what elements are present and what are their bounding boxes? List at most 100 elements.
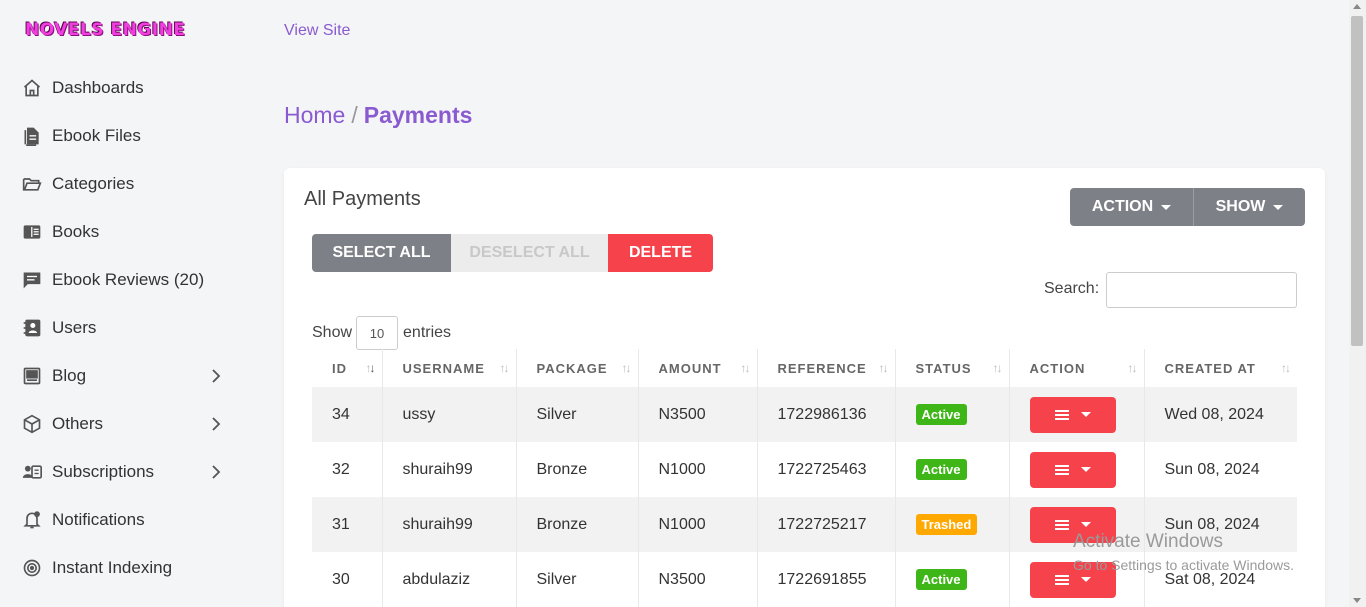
cell-username: ussy — [382, 387, 517, 442]
blog-icon — [21, 365, 43, 387]
chevron-right-icon — [208, 464, 224, 480]
cell-username: shuraih99 — [382, 497, 517, 552]
scroll-down-arrow-icon[interactable] — [1353, 598, 1361, 603]
show-prefix: Show — [312, 324, 353, 341]
caret-down-icon — [1080, 467, 1091, 472]
cell-id: 30 — [312, 552, 383, 607]
menu-icon — [1054, 409, 1069, 420]
status-badge: Active — [915, 404, 967, 425]
breadcrumb-separator: / — [351, 102, 358, 128]
sidebar-item-ebook-files[interactable]: Ebook Files — [0, 112, 244, 160]
sort-icon: ↑↓ — [1281, 361, 1291, 375]
comment-icon — [21, 269, 43, 291]
sidebar-item-books[interactable]: Books — [0, 208, 244, 256]
sidebar-item-label: Users — [52, 318, 97, 337]
column-header-action[interactable]: ACTION ↑↓ — [1009, 349, 1145, 387]
column-header-package[interactable]: PACKAGE ↑↓ — [516, 349, 639, 387]
user-id-icon — [21, 461, 43, 483]
cell-created-at: Sun 08, 2024 — [1144, 442, 1297, 497]
cell-package: Silver — [516, 552, 639, 607]
book-icon — [21, 221, 43, 243]
table-row[interactable]: 34 ussy Silver N3500 1722986136 Active W… — [312, 387, 1297, 442]
chevron-right-icon — [208, 368, 224, 384]
show-entries: Show 10 entries — [312, 316, 451, 350]
sidebar-item-blog[interactable]: Blog — [0, 352, 244, 400]
cell-id: 34 — [312, 387, 383, 442]
sidebar-item-label: Ebook Files — [52, 126, 141, 145]
search-label: Search: — [1044, 280, 1100, 297]
scroll-thumb[interactable] — [1351, 16, 1363, 346]
breadcrumb: Home / Payments — [284, 102, 472, 129]
select-all-button[interactable]: SELECT ALL — [312, 234, 451, 272]
action-dropdown-button[interactable]: ACTION — [1070, 188, 1194, 226]
cell-package: Bronze — [516, 497, 639, 552]
brand-logo[interactable]: NOVELS ENGINE — [25, 20, 185, 40]
menu-icon — [1054, 574, 1069, 585]
sidebar-item-ebook-reviews[interactable]: Ebook Reviews (20) — [0, 256, 244, 304]
sidebar-item-users[interactable]: Users — [0, 304, 244, 352]
sidebar-item-instant-indexing[interactable]: Instant Indexing — [0, 544, 244, 592]
cell-amount: N1000 — [638, 442, 758, 497]
sidebar-item-categories[interactable]: Categories — [0, 160, 244, 208]
show-dropdown-button[interactable]: SHOW — [1194, 188, 1305, 226]
deselect-all-button[interactable]: DESELECT ALL — [451, 234, 608, 272]
column-header-id[interactable]: ID ↑↓ — [312, 349, 383, 387]
sidebar-nav: Dashboards Ebook Files Categories Books — [0, 64, 244, 592]
column-header-username[interactable]: USERNAME ↑↓ — [382, 349, 517, 387]
column-header-status[interactable]: STATUS ↑↓ — [895, 349, 1010, 387]
cell-created-at: Wed 08, 2024 — [1144, 387, 1297, 442]
cell-status: Active — [895, 552, 1010, 607]
sort-icon: ↑↓ — [992, 361, 1003, 375]
address-book-icon — [21, 317, 43, 339]
cell-status: Trashed — [895, 497, 1010, 552]
sort-icon: ↑↓ — [878, 361, 889, 375]
delete-button[interactable]: DELETE — [608, 234, 713, 272]
watermark-title: Activate Windows — [1073, 531, 1223, 552]
cell-reference: 1722725463 — [757, 442, 896, 497]
row-action-button[interactable] — [1029, 451, 1116, 488]
sort-icon: ↑↓ — [1127, 361, 1138, 375]
breadcrumb-current: Payments — [363, 102, 473, 128]
sidebar-item-label: Instant Indexing — [52, 558, 173, 577]
entries-select[interactable]: 10 — [356, 316, 399, 350]
view-site-link[interactable]: View Site — [284, 22, 350, 40]
sort-icon: ↑↓ — [365, 361, 376, 375]
page-scrollbar[interactable] — [1349, 0, 1366, 607]
column-header-created-at[interactable]: CREATED AT ↑↓ — [1144, 349, 1297, 387]
status-badge: Active — [915, 569, 967, 590]
cell-amount: N3500 — [638, 552, 758, 607]
sidebar-item-label: Books — [52, 222, 100, 241]
scroll-up-arrow-icon[interactable] — [1353, 4, 1361, 9]
sidebar: NOVELS ENGINE Dashboards Ebook Files Cat… — [0, 0, 244, 607]
cell-status: Active — [895, 387, 1010, 442]
column-header-reference[interactable]: REFERENCE ↑↓ — [757, 349, 896, 387]
cell-package: Bronze — [516, 442, 639, 497]
activate-windows-watermark: Activate Windows Go to Settings to activ… — [1073, 531, 1294, 573]
table-header-row: ID ↑↓ USERNAME ↑↓ PACKAGE ↑↓ AMOUNT ↑↓ REFER… — [312, 349, 1297, 387]
table-row[interactable]: 32 shuraih99 Bronze N1000 1722725463 Act… — [312, 442, 1297, 497]
cell-reference: 1722986136 — [757, 387, 896, 442]
sidebar-item-others[interactable]: Others — [0, 400, 244, 448]
row-action-button[interactable] — [1029, 396, 1116, 433]
sidebar-item-label: Ebook Reviews (20) — [52, 270, 205, 289]
column-header-amount[interactable]: AMOUNT ↑↓ — [638, 349, 758, 387]
action-label: ACTION — [1091, 198, 1154, 215]
breadcrumb-home[interactable]: Home — [284, 102, 345, 128]
show-label: SHOW — [1215, 198, 1266, 215]
sidebar-item-subscriptions[interactable]: Subscriptions — [0, 448, 244, 496]
sort-icon: ↑↓ — [740, 361, 751, 375]
cell-id: 31 — [312, 497, 383, 552]
sort-icon: ↑↓ — [499, 361, 510, 375]
sidebar-item-dashboards[interactable]: Dashboards — [0, 64, 244, 112]
search-input[interactable] — [1106, 272, 1297, 308]
sidebar-item-notifications[interactable]: Notifications — [0, 496, 244, 544]
menu-icon — [1054, 519, 1069, 530]
sidebar-item-label: Blog — [52, 366, 87, 385]
caret-down-icon — [1080, 522, 1091, 527]
sidebar-item-label: Subscriptions — [52, 462, 155, 481]
cell-amount: N3500 — [638, 387, 758, 442]
sidebar-item-label: Notifications — [52, 510, 145, 529]
sidebar-item-label: Others — [52, 414, 104, 433]
cell-username: abdulaziz — [382, 552, 517, 607]
folder-open-icon — [21, 173, 43, 195]
